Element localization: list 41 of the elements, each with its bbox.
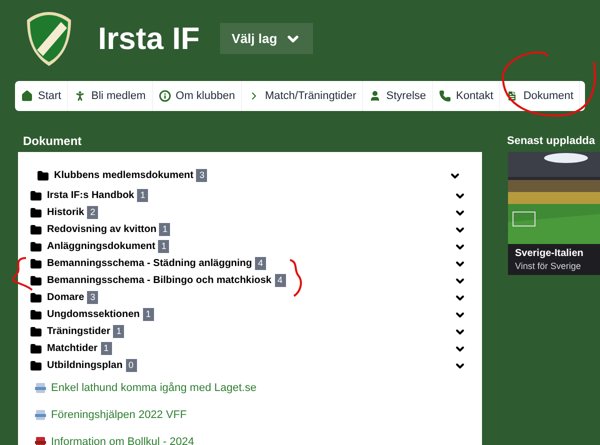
photo-subcaption: Vinst för Sverige bbox=[515, 260, 582, 272]
nav-link[interactable]: Styrelse bbox=[363, 81, 434, 111]
count-badge: 1 bbox=[137, 189, 148, 202]
folder-name[interactable]: Redovisning av kvitton bbox=[47, 222, 156, 237]
folder-name[interactable]: Irsta IF:s Handbok bbox=[47, 188, 134, 203]
count-badge: 4 bbox=[255, 257, 266, 270]
nav-link[interactable]: Om klubben bbox=[152, 81, 242, 111]
count-badge: 3 bbox=[87, 291, 98, 304]
document-link[interactable]: Information om Bollkul - 2024 bbox=[51, 434, 194, 445]
nav-link[interactable]: Bli medlem bbox=[68, 81, 153, 111]
photo-caption: Sverige-Italien bbox=[515, 248, 584, 261]
document-link[interactable]: Föreningshjälpen 2022 VFF bbox=[51, 406, 187, 424]
folder-name[interactable]: Klubbens medlemsdokument bbox=[54, 168, 194, 183]
team-select[interactable]: Välj lag bbox=[220, 23, 314, 54]
folder-name[interactable]: Domare bbox=[47, 290, 84, 305]
count-badge: 1 bbox=[158, 240, 170, 253]
nav-link[interactable]: Kontakt bbox=[433, 81, 500, 111]
folder-name[interactable]: Matchtider bbox=[47, 341, 98, 356]
count-badge: 1 bbox=[100, 342, 112, 355]
count-badge: 4 bbox=[274, 274, 286, 287]
panel-heading: Dokument bbox=[22, 133, 83, 150]
folder-name[interactable]: Träningstider bbox=[47, 324, 110, 339]
folder-name[interactable]: Bemanningsschema - Bilbingo och matchkiosk bbox=[47, 273, 272, 288]
count-badge: 3 bbox=[196, 169, 208, 182]
nav-link[interactable]: Start bbox=[15, 81, 68, 111]
count-badge: 1 bbox=[159, 223, 170, 236]
folder-name[interactable]: Utbildningsplan bbox=[47, 358, 123, 373]
count-badge: 2 bbox=[87, 206, 98, 219]
document-link[interactable]: Enkel lathund komma igång med Laget.se bbox=[51, 380, 256, 396]
photo-card[interactable]: Sverige-Italien Vinst för Sverige bbox=[508, 152, 600, 275]
folder-name[interactable]: Ungdomssektionen bbox=[47, 307, 140, 322]
count-badge: 1 bbox=[142, 308, 154, 321]
count-badge: 1 bbox=[113, 325, 124, 338]
folder-name[interactable]: Bemanningsschema - Städning anläggning bbox=[47, 256, 252, 271]
folder-name[interactable]: Historik bbox=[47, 205, 84, 220]
nav-link[interactable]: Match/Träningtider bbox=[242, 81, 364, 111]
nav-link[interactable]: Dokument bbox=[500, 81, 580, 111]
site-title: Irsta IF bbox=[98, 23, 200, 54]
folder-name[interactable]: Anläggningsdokument bbox=[47, 239, 156, 254]
count-badge: 0 bbox=[126, 359, 137, 372]
panel-heading: Senast uppladda bbox=[506, 134, 596, 149]
